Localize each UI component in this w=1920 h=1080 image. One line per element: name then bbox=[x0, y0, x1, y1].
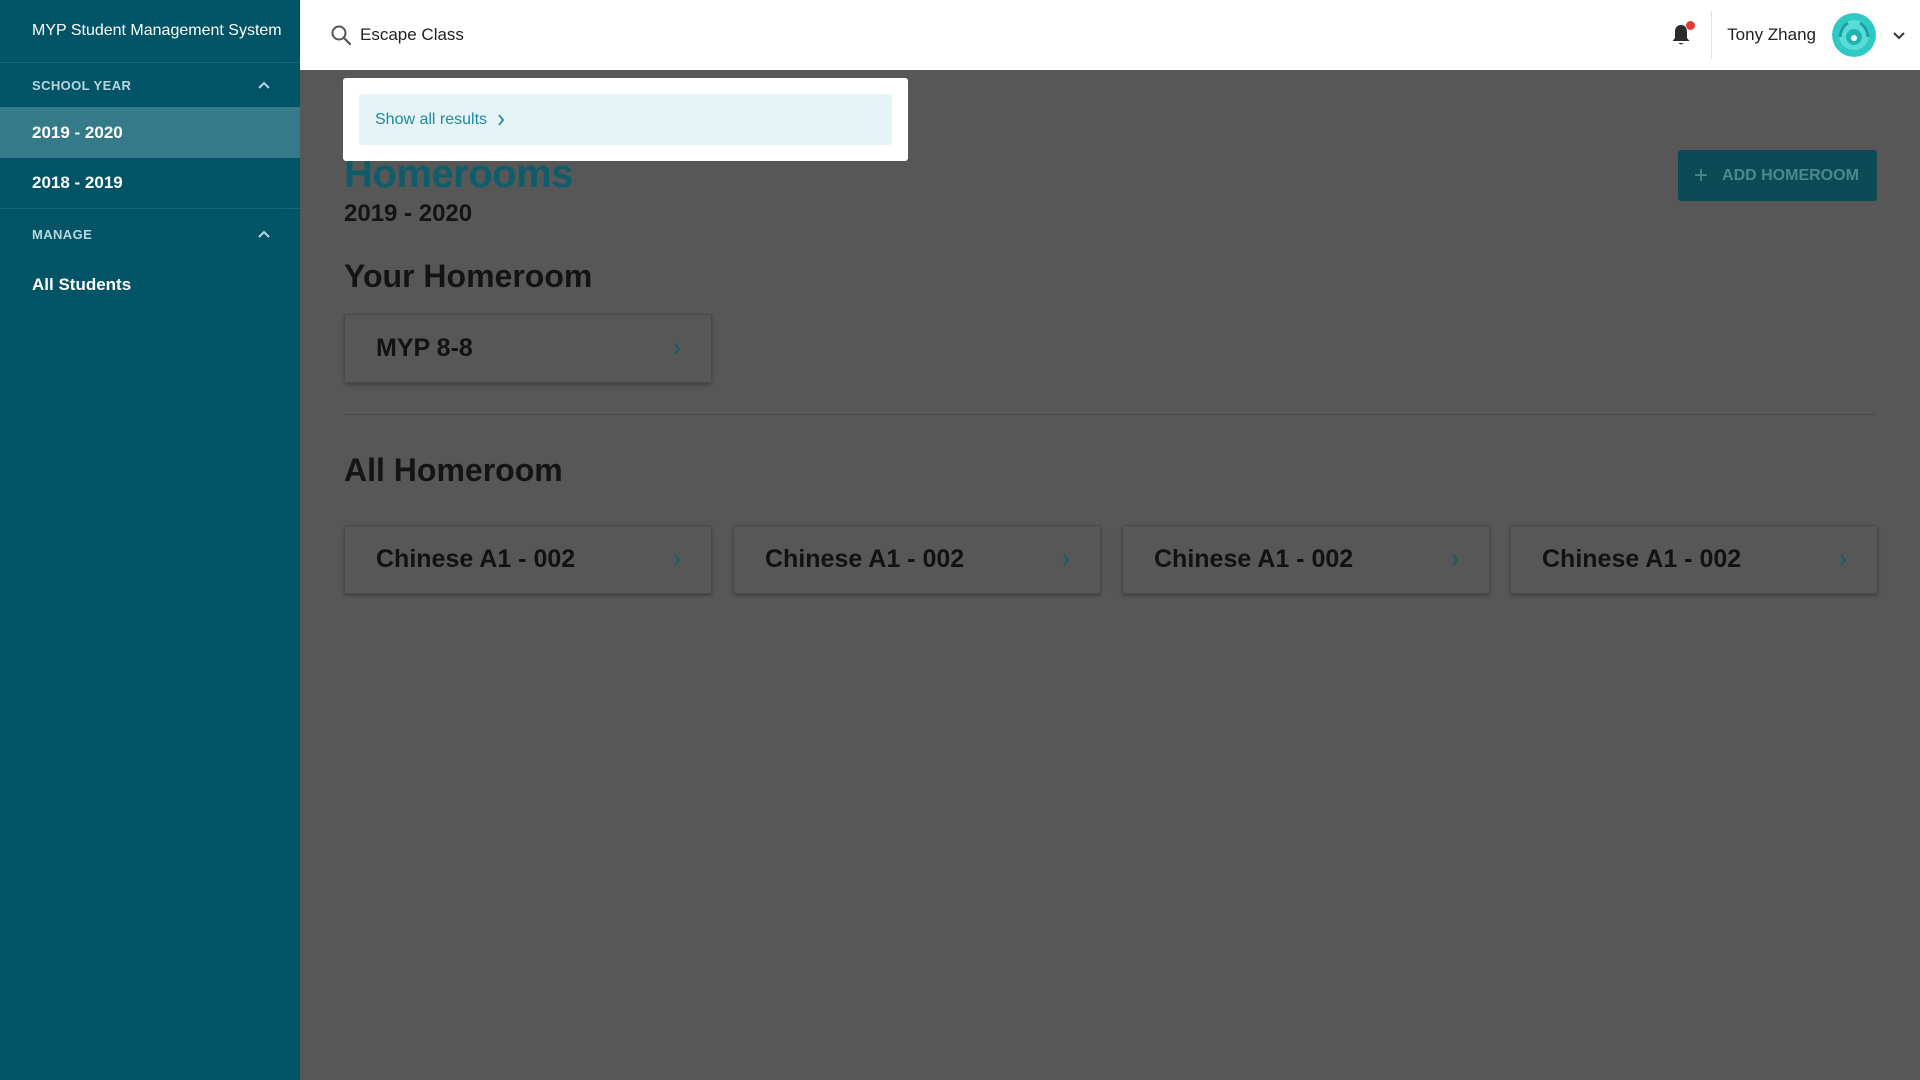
homeroom-card[interactable]: MYP 8-8 bbox=[344, 314, 712, 383]
sidebar: MYP Student Management System SCHOOL YEA… bbox=[0, 0, 300, 1080]
add-homeroom-label: ADD HOMEROOM bbox=[1722, 166, 1859, 184]
notifications-button[interactable] bbox=[1669, 21, 1696, 48]
all-homeroom-heading: All Homeroom bbox=[344, 452, 563, 488]
top-bar: Tony Zhang bbox=[300, 0, 1920, 70]
sidebar-item-label: 2018 - 2019 bbox=[32, 173, 123, 192]
chevron-down-icon[interactable] bbox=[1892, 31, 1906, 40]
page-subtitle: 2019 - 2020 bbox=[344, 200, 473, 227]
homeroom-card-label: Chinese A1 - 002 bbox=[1542, 545, 1742, 573]
show-all-results-label: Show all results bbox=[375, 110, 488, 128]
sidebar-item-2019-2020[interactable]: 2019 - 2020 bbox=[0, 107, 300, 158]
main-content: Homerooms 2019 - 2020 + ADD HOMEROOM You… bbox=[300, 70, 1920, 1080]
user-name[interactable]: Tony Zhang bbox=[1727, 25, 1816, 45]
chevron-right-icon bbox=[1063, 553, 1070, 566]
section-header-label: MANAGE bbox=[32, 226, 93, 242]
plus-icon: + bbox=[1694, 161, 1709, 189]
homeroom-card-label: MYP 8-8 bbox=[376, 334, 473, 362]
section-divider bbox=[344, 414, 1876, 415]
notification-dot bbox=[1686, 21, 1696, 30]
add-homeroom-button[interactable]: + ADD HOMEROOM bbox=[1678, 150, 1877, 201]
divider bbox=[1711, 11, 1713, 59]
section-header-label: SCHOOL YEAR bbox=[32, 77, 132, 93]
homeroom-card-label: Chinese A1 - 002 bbox=[765, 545, 965, 573]
homeroom-card[interactable]: Chinese A1 - 002 bbox=[344, 525, 712, 594]
your-homeroom-heading: Your Homeroom bbox=[344, 258, 593, 294]
homeroom-card-label: Chinese A1 - 002 bbox=[376, 545, 576, 573]
user-area: Tony Zhang bbox=[1669, 0, 1920, 70]
chevron-up-icon bbox=[258, 81, 270, 89]
sidebar-item-label: All Students bbox=[32, 274, 132, 294]
section-header-manage[interactable]: MANAGE bbox=[0, 209, 300, 259]
search-dropdown: Show all results bbox=[343, 78, 908, 161]
chevron-up-icon bbox=[258, 230, 270, 238]
homeroom-card[interactable]: Chinese A1 - 002 bbox=[733, 525, 1101, 594]
section-header-school-year[interactable]: SCHOOL YEAR bbox=[0, 62, 300, 107]
sidebar-item-2018-2019[interactable]: 2018 - 2019 bbox=[0, 158, 300, 209]
homeroom-card-label: Chinese A1 - 002 bbox=[1154, 545, 1354, 573]
chevron-right-icon bbox=[674, 553, 681, 566]
sidebar-item-all-students[interactable]: All Students bbox=[0, 259, 300, 310]
chevron-right-icon bbox=[498, 113, 505, 126]
homeroom-card[interactable]: Chinese A1 - 002 bbox=[1122, 525, 1490, 594]
homeroom-card[interactable]: Chinese A1 - 002 bbox=[1510, 525, 1878, 594]
avatar[interactable] bbox=[1832, 13, 1876, 57]
sidebar-item-label: 2019 - 2020 bbox=[32, 122, 123, 142]
app-title: MYP Student Management System bbox=[32, 22, 282, 39]
show-all-results-link[interactable]: Show all results bbox=[359, 94, 892, 145]
search-icon bbox=[331, 25, 352, 46]
chevron-right-icon bbox=[1452, 553, 1459, 566]
chevron-right-icon bbox=[674, 342, 681, 355]
search-input[interactable] bbox=[360, 25, 960, 45]
chevron-right-icon bbox=[1840, 553, 1847, 566]
search-box bbox=[330, 24, 960, 46]
